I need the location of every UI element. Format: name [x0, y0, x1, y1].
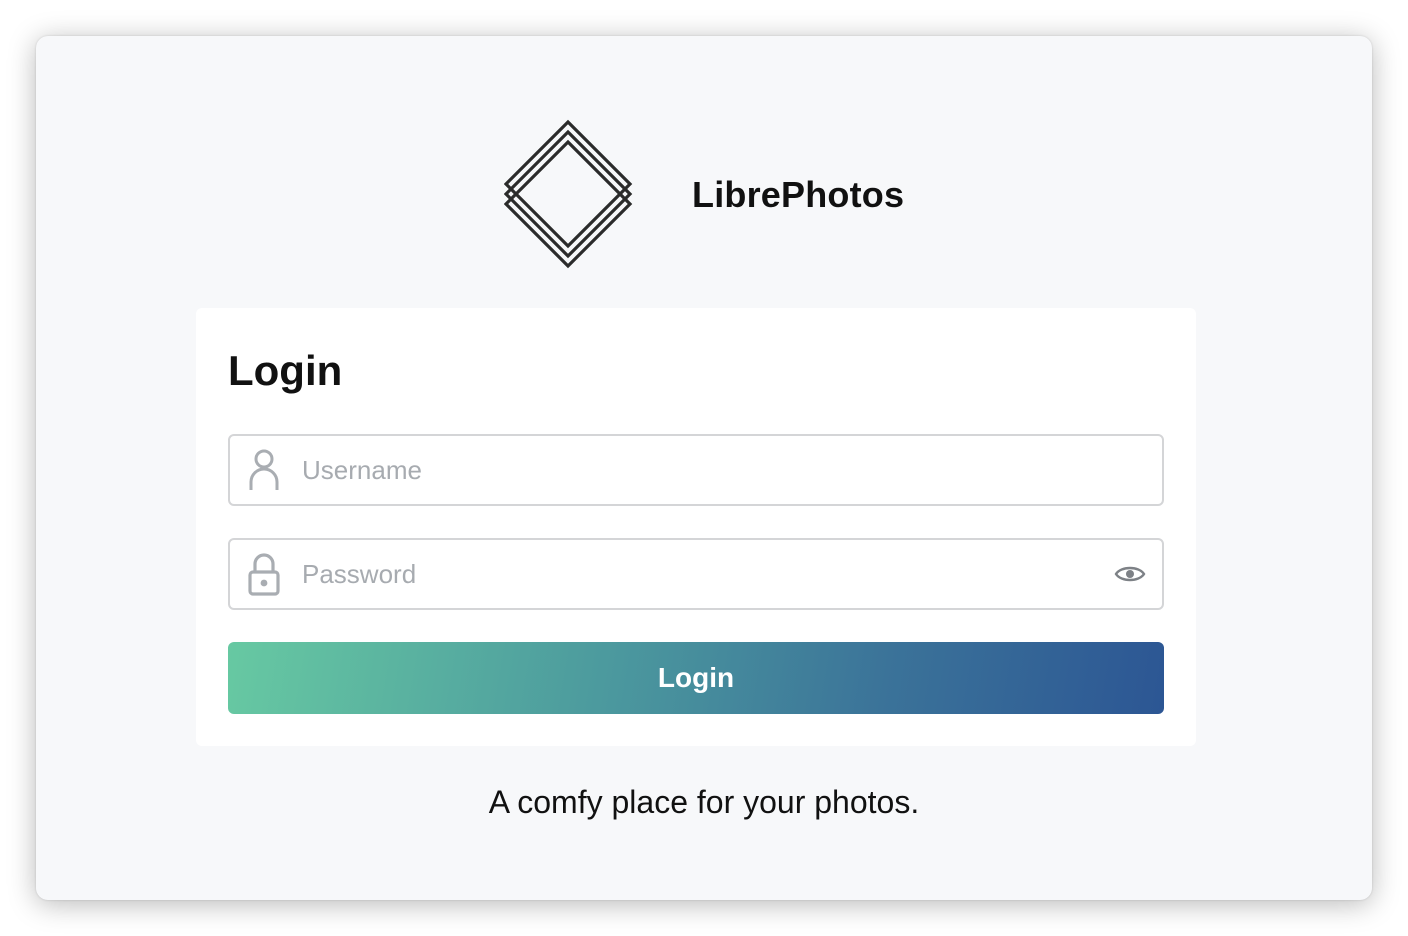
login-button[interactable]: Login	[228, 642, 1164, 714]
tagline: A comfy place for your photos.	[488, 784, 920, 820]
app-window: LibrePhotos Login Username Login A comfy…	[36, 36, 1372, 900]
username-field[interactable]	[228, 434, 1164, 506]
password-field[interactable]	[228, 538, 1164, 610]
password-input[interactable]	[302, 540, 1106, 608]
login-card: Login Logi	[196, 308, 1196, 746]
user-icon	[249, 449, 279, 490]
lock-icon	[248, 553, 280, 596]
username-input[interactable]	[302, 436, 1106, 504]
librephotos-logo-icon	[504, 119, 633, 269]
eye-icon[interactable]	[1114, 562, 1146, 586]
login-title: Login	[228, 347, 343, 394]
app-name: LibrePhotos	[692, 174, 905, 215]
brand-header: LibrePhotos	[504, 118, 904, 272]
